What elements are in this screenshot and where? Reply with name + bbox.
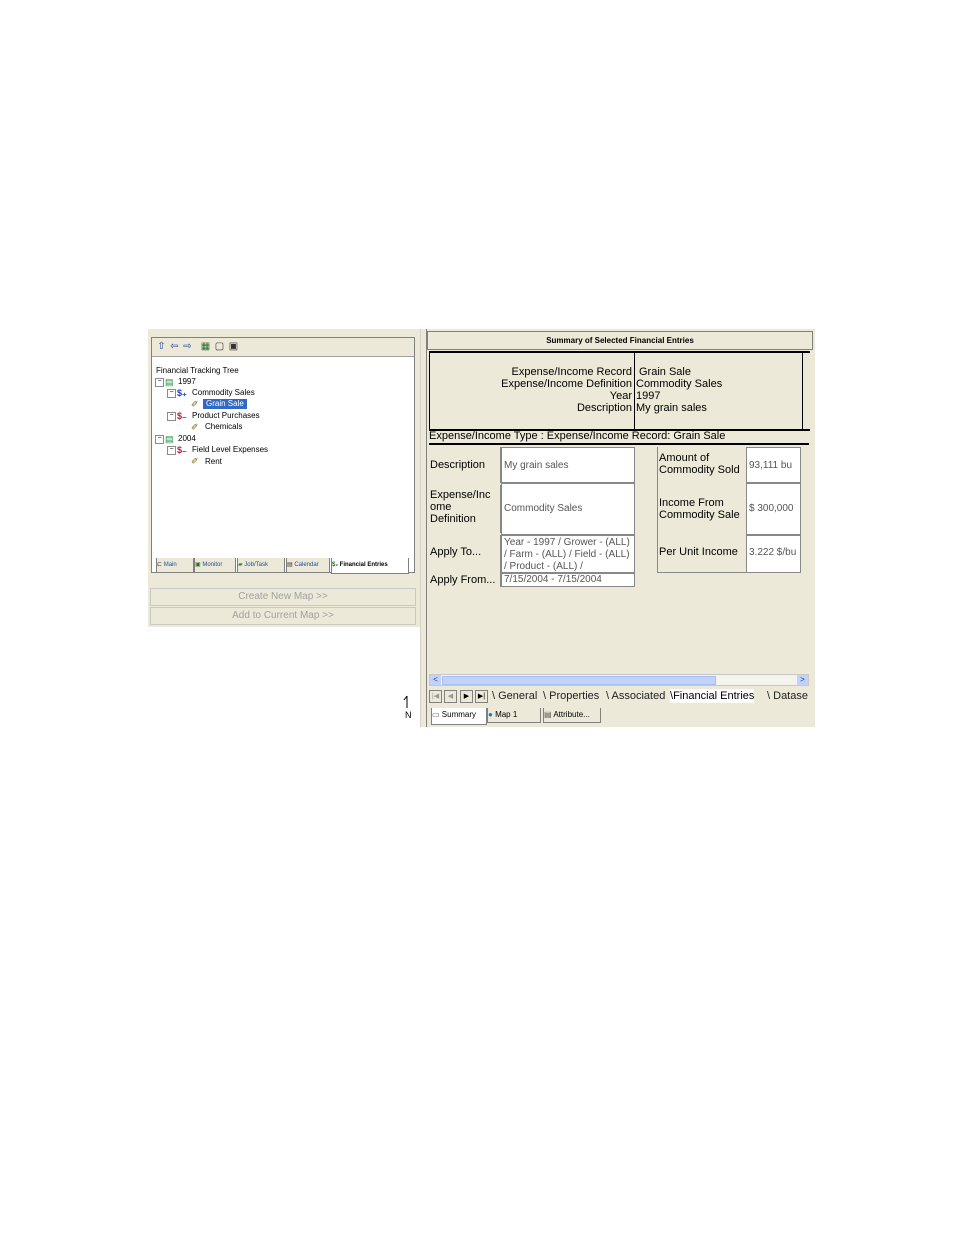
header-label-definition: Expense/Income Definition bbox=[501, 378, 632, 390]
per-unit-value[interactable]: 3.222 $/bu bbox=[746, 535, 801, 573]
tab-financial-entries[interactable]: $₂ Financial Entries bbox=[331, 558, 409, 574]
collapse-toggle[interactable]: − bbox=[155, 435, 164, 444]
tree-title: Financial Tracking Tree bbox=[156, 366, 239, 375]
income-label: Income From Commodity Sale bbox=[657, 483, 747, 535]
income-value[interactable]: $ 300,000 bbox=[746, 483, 801, 535]
description-value[interactable]: My grain sales bbox=[501, 447, 635, 483]
north-label: N bbox=[405, 710, 412, 720]
properties-icon[interactable]: ▣ bbox=[228, 341, 239, 352]
amount-value[interactable]: 93,111 bu bbox=[746, 447, 801, 483]
summary-pane: Summary of Selected Financial Entries Ex… bbox=[426, 329, 815, 727]
dollar-expense-icon: $₋ bbox=[177, 411, 187, 421]
sheet-tab-properties[interactable]: \ Properties bbox=[543, 689, 599, 703]
summary-header-box: Expense/Income Record Expense/Income Def… bbox=[429, 351, 810, 431]
scroll-thumb[interactable] bbox=[442, 676, 716, 685]
header-value-year: 1997 bbox=[636, 390, 661, 402]
sheet-tab-general[interactable]: \ General bbox=[492, 689, 537, 703]
gis-application-window: ⇧ ⇦ ⇨ ▦ ▢ ▣ Financial Tracking Tree − ▤ … bbox=[148, 329, 815, 727]
tree-node-product-purchases[interactable]: Product Purchases bbox=[192, 411, 260, 421]
prev-sheet-icon[interactable]: ◀ bbox=[444, 690, 457, 703]
header-divider bbox=[634, 353, 635, 429]
summary-title: Summary of Selected Financial Entries bbox=[427, 331, 813, 350]
collapse-toggle[interactable]: − bbox=[167, 446, 176, 455]
record-icon: ✐ bbox=[191, 399, 199, 409]
definition-value[interactable]: Commodity Sales bbox=[501, 483, 635, 535]
header-label-description: Description bbox=[576, 402, 632, 414]
tree-toolbar: ⇧ ⇦ ⇨ ▦ ▢ ▣ bbox=[152, 338, 414, 357]
back-arrow-icon[interactable]: ⇦ bbox=[169, 341, 180, 352]
tree-node-chemicals[interactable]: Chemicals bbox=[205, 422, 242, 432]
header-value-description: My grain sales bbox=[636, 402, 707, 414]
sheet-tab-financial-entries[interactable]: \Financial Entries bbox=[670, 689, 755, 703]
create-new-map-button[interactable]: Create New Map >> bbox=[150, 588, 416, 606]
map-preview-area: N bbox=[148, 627, 420, 727]
tab-summary[interactable]: ▭ Summary bbox=[431, 708, 487, 725]
per-unit-label: Per Unit Income bbox=[657, 535, 747, 573]
collapse-toggle[interactable]: − bbox=[167, 389, 176, 398]
year-folder-icon: ▤ bbox=[165, 377, 174, 387]
new-document-icon[interactable]: ▢ bbox=[214, 341, 225, 352]
north-arrow-icon bbox=[403, 695, 408, 708]
description-label: Description bbox=[429, 447, 501, 483]
horizontal-scrollbar[interactable]: < > bbox=[429, 674, 809, 686]
tab-job-task[interactable]: ▰ Job/Task bbox=[237, 558, 285, 573]
record-icon: ✐ bbox=[191, 456, 199, 466]
tree-node-commodity-sales[interactable]: Commodity Sales bbox=[192, 388, 255, 398]
up-arrow-icon[interactable]: ⇧ bbox=[156, 341, 167, 352]
tab-map-1[interactable]: ● Map 1 bbox=[487, 708, 541, 723]
type-line: Expense/Income Type : Expense/Income Rec… bbox=[429, 429, 809, 445]
collapse-toggle[interactable]: − bbox=[167, 412, 176, 421]
left-panel-tabs: ⊏ Main ▣ Monitor ▰ Job/Task ▤ Calendar $… bbox=[151, 558, 413, 574]
left-pane: ⇧ ⇦ ⇨ ▦ ▢ ▣ Financial Tracking Tree − ▤ … bbox=[148, 329, 420, 727]
header-divider-right bbox=[802, 353, 803, 429]
tree-node-rent[interactable]: Rent bbox=[205, 457, 222, 467]
view-tabs: ▭ Summary ● Map 1 ▤ Attribute... bbox=[427, 708, 815, 726]
sheet-tab-datasets[interactable]: \ Datase bbox=[767, 689, 808, 703]
header-label-year: Year bbox=[609, 390, 632, 402]
next-sheet-icon[interactable]: ▶ bbox=[460, 690, 473, 703]
definition-label: Expense/Inc ome Definition bbox=[429, 485, 501, 533]
amount-label: Amount of Commodity Sold bbox=[657, 447, 747, 483]
financial-tree-panel: ⇧ ⇦ ⇨ ▦ ▢ ▣ Financial Tracking Tree − ▤ … bbox=[151, 337, 415, 573]
apply-from-value[interactable]: 7/15/2004 - 7/15/2004 bbox=[501, 573, 635, 587]
tree-node-1997[interactable]: 1997 bbox=[178, 377, 196, 387]
tree-node-2004[interactable]: 2004 bbox=[178, 434, 196, 444]
tree-node-field-level-expenses[interactable]: Field Level Expenses bbox=[192, 445, 268, 455]
scroll-right-icon[interactable]: > bbox=[797, 675, 808, 685]
collapse-toggle[interactable]: − bbox=[155, 378, 164, 387]
summary-sheet: Expense/Income Record Expense/Income Def… bbox=[429, 351, 811, 681]
header-label-record: Expense/Income Record bbox=[511, 366, 632, 378]
last-sheet-icon[interactable]: ▶| bbox=[475, 690, 488, 703]
apply-to-label: Apply To... bbox=[429, 535, 501, 573]
header-value-record: Grain Sale bbox=[639, 366, 691, 378]
dollar-expense-icon: $₋ bbox=[177, 445, 187, 455]
first-sheet-icon[interactable]: |◀ bbox=[429, 690, 442, 703]
apply-from-label: Apply From... bbox=[429, 573, 501, 587]
sheet-tab-associated[interactable]: \ Associated bbox=[606, 689, 665, 703]
header-value-definition: Commodity Sales bbox=[636, 378, 723, 390]
year-folder-icon: ▤ bbox=[165, 434, 174, 444]
forward-arrow-icon[interactable]: ⇨ bbox=[182, 341, 193, 352]
tab-attribute[interactable]: ▤ Attribute... bbox=[543, 708, 601, 723]
tab-calendar[interactable]: ▤ Calendar bbox=[286, 558, 330, 573]
dollar-income-icon: $₊ bbox=[177, 388, 187, 398]
apply-to-value[interactable]: Year - 1997 / Grower - (ALL) / Farm - (A… bbox=[501, 535, 635, 573]
record-icon: ✐ bbox=[191, 422, 199, 432]
tree-node-grain-sale[interactable]: Grain Sale bbox=[203, 399, 247, 409]
tab-monitor[interactable]: ▣ Monitor bbox=[194, 558, 236, 573]
tab-main[interactable]: ⊏ Main bbox=[156, 558, 194, 573]
add-to-current-map-button[interactable]: Add to Current Map >> bbox=[150, 607, 416, 625]
sheet-tab-bar: |◀ ◀ ▶ ▶| \ General \ Properties \ Assoc… bbox=[429, 688, 811, 704]
tree-view: Financial Tracking Tree − ▤ 1997 − $₊ Co… bbox=[152, 357, 414, 572]
tree-view-icon[interactable]: ▦ bbox=[200, 341, 211, 352]
scroll-left-icon[interactable]: < bbox=[430, 675, 441, 685]
